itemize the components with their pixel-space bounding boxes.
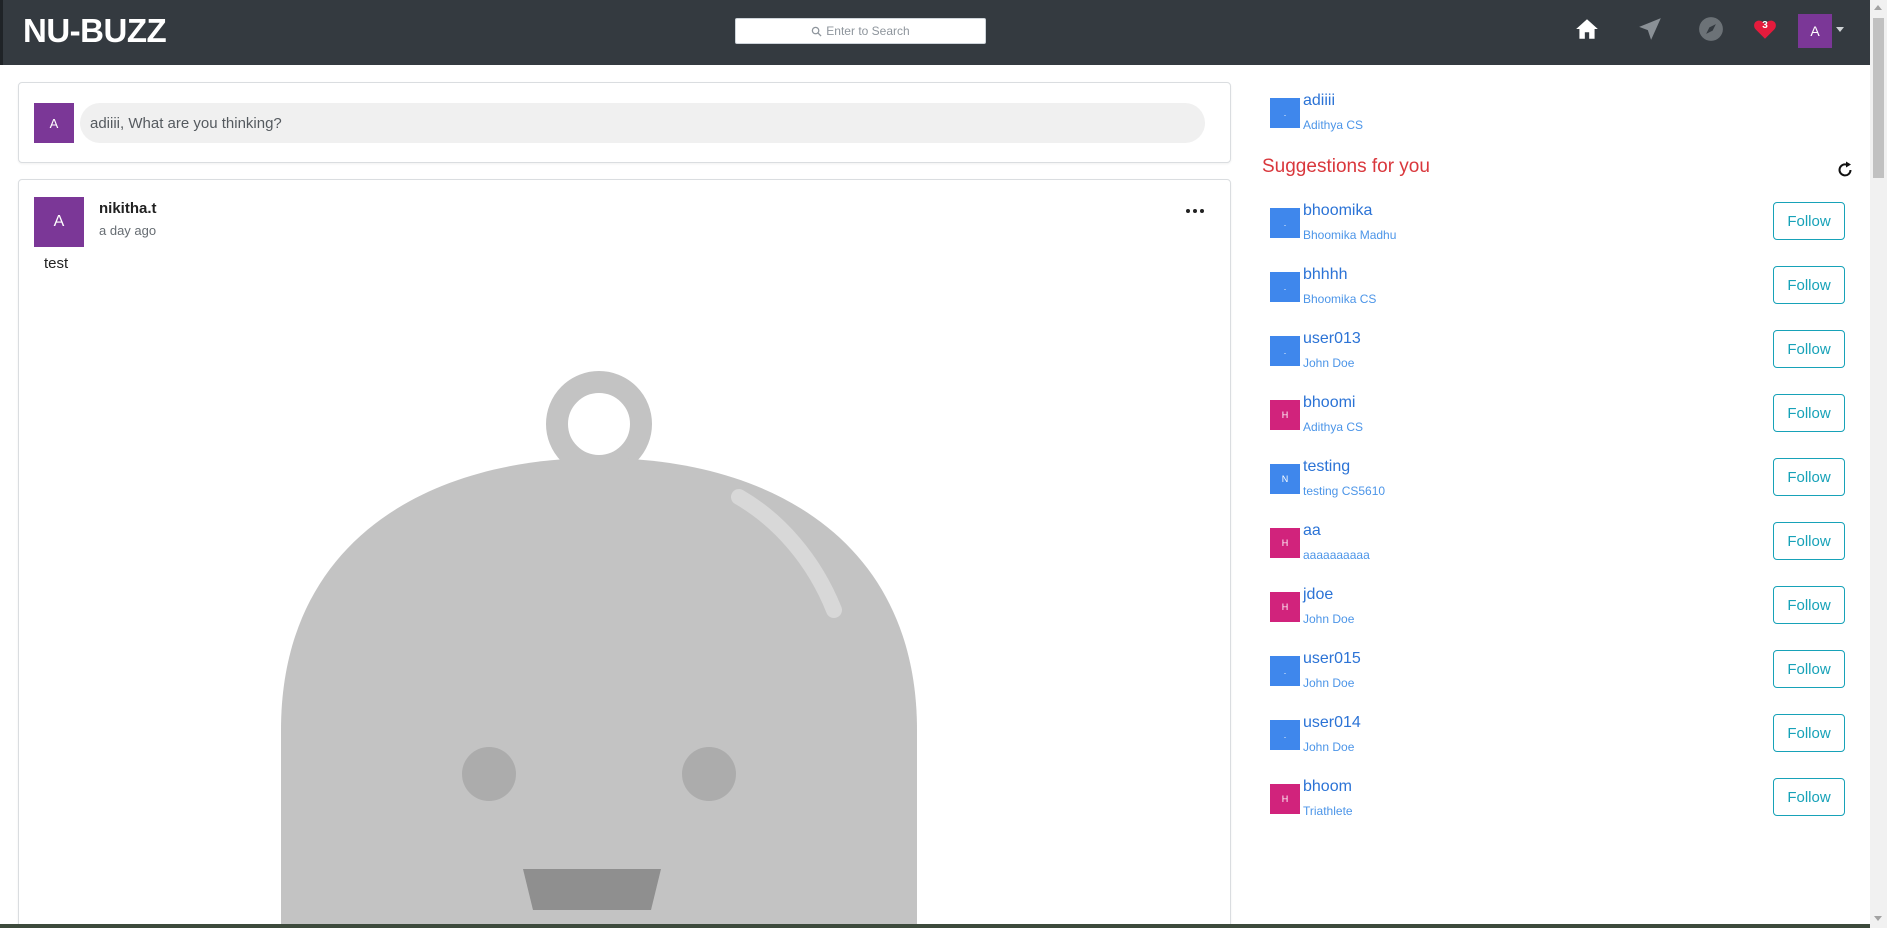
suggestion-username[interactable]: bhoomi bbox=[1303, 394, 1355, 412]
my-avatar[interactable]: . bbox=[1270, 98, 1300, 128]
suggestion-fullname: Bhoomika Madhu bbox=[1303, 228, 1397, 242]
post-author-name[interactable]: nikitha.t bbox=[99, 200, 157, 217]
suggestion-username[interactable]: user014 bbox=[1303, 714, 1361, 732]
search-input[interactable]: Enter to Search bbox=[735, 18, 986, 44]
suggestion-username[interactable]: bhhhh bbox=[1303, 266, 1348, 284]
search-icon bbox=[812, 26, 822, 37]
suggestion-username[interactable]: aa bbox=[1303, 522, 1321, 540]
avatar[interactable]: H bbox=[1270, 528, 1300, 558]
more-options-icon[interactable] bbox=[1186, 206, 1210, 216]
refresh-icon[interactable] bbox=[1835, 160, 1855, 180]
follow-button[interactable]: Follow bbox=[1773, 522, 1845, 560]
avatar[interactable]: . bbox=[1270, 272, 1300, 302]
suggestion-fullname: John Doe bbox=[1303, 612, 1355, 626]
avatar[interactable]: . bbox=[1270, 208, 1300, 238]
app-frame: NU-BUZZ Enter to Search 3 A A adiiii, Wh… bbox=[0, 0, 1887, 928]
chevron-down-icon[interactable] bbox=[1836, 27, 1844, 32]
compose-post-input[interactable]: adiiii, What are you thinking? bbox=[80, 103, 1205, 143]
home-icon[interactable] bbox=[1572, 14, 1602, 44]
suggestion-username[interactable]: bhoomika bbox=[1303, 202, 1372, 220]
avatar[interactable]: . bbox=[1270, 720, 1300, 750]
follow-button[interactable]: Follow bbox=[1773, 714, 1845, 752]
suggestion-username[interactable]: bhoom bbox=[1303, 778, 1352, 796]
suggestion-username[interactable]: user013 bbox=[1303, 330, 1361, 348]
post-timestamp: a day ago bbox=[99, 223, 157, 238]
suggestion-fullname: testing CS5610 bbox=[1303, 484, 1386, 498]
feed-post: A nikitha.t a day ago test bbox=[18, 179, 1231, 928]
avatar: A bbox=[34, 103, 74, 143]
post-image bbox=[281, 371, 917, 928]
user-avatar-menu[interactable]: A bbox=[1798, 14, 1832, 48]
avatar[interactable]: . bbox=[1270, 656, 1300, 686]
notifications-heart-icon[interactable]: 3 bbox=[1750, 14, 1780, 44]
follow-button[interactable]: Follow bbox=[1773, 650, 1845, 688]
my-fullname: Adithya CS bbox=[1303, 118, 1364, 132]
suggestion-fullname: Triathlete bbox=[1303, 804, 1353, 818]
search-placeholder: Enter to Search bbox=[826, 24, 910, 38]
top-navbar: NU-BUZZ Enter to Search 3 A bbox=[0, 0, 1870, 65]
avatar[interactable]: H bbox=[1270, 592, 1300, 622]
explore-compass-icon[interactable] bbox=[1696, 14, 1726, 44]
avatar[interactable]: H bbox=[1270, 784, 1300, 814]
brand-logo[interactable]: NU-BUZZ bbox=[23, 12, 167, 50]
page-scrollbar[interactable] bbox=[1870, 0, 1887, 928]
scroll-down-arrow[interactable] bbox=[1874, 916, 1882, 921]
suggestion-username[interactable]: jdoe bbox=[1303, 586, 1333, 604]
post-author-avatar[interactable]: A bbox=[34, 197, 84, 247]
follow-button[interactable]: Follow bbox=[1773, 458, 1845, 496]
suggestion-fullname: John Doe bbox=[1303, 676, 1355, 690]
suggestions-heading: Suggestions for you bbox=[1262, 156, 1430, 177]
follow-button[interactable]: Follow bbox=[1773, 266, 1845, 304]
follow-button[interactable]: Follow bbox=[1773, 586, 1845, 624]
post-text: test bbox=[44, 255, 69, 272]
suggestion-fullname: John Doe bbox=[1303, 356, 1355, 370]
follow-button[interactable]: Follow bbox=[1773, 778, 1845, 816]
avatar[interactable]: H bbox=[1270, 400, 1300, 430]
suggestion-username[interactable]: testing bbox=[1303, 458, 1350, 476]
send-icon[interactable] bbox=[1635, 14, 1665, 44]
suggestion-fullname: aaaaaaaaaa bbox=[1303, 548, 1370, 562]
scroll-thumb[interactable] bbox=[1873, 18, 1884, 178]
avatar[interactable]: N bbox=[1270, 464, 1300, 494]
follow-button[interactable]: Follow bbox=[1773, 202, 1845, 240]
follow-button[interactable]: Follow bbox=[1773, 394, 1845, 432]
notification-count: 3 bbox=[1762, 20, 1768, 31]
post-composer: A adiiii, What are you thinking? bbox=[18, 82, 1231, 163]
suggestion-fullname: Adithya CS bbox=[1303, 420, 1364, 434]
suggestion-fullname: John Doe bbox=[1303, 740, 1355, 754]
scroll-up-arrow[interactable] bbox=[1874, 5, 1882, 10]
my-username[interactable]: adiiii bbox=[1303, 92, 1335, 110]
suggestion-fullname: Bhoomika CS bbox=[1303, 292, 1377, 306]
follow-button[interactable]: Follow bbox=[1773, 330, 1845, 368]
window-bottom-edge bbox=[0, 924, 1870, 928]
suggestion-username[interactable]: user015 bbox=[1303, 650, 1361, 668]
avatar[interactable]: . bbox=[1270, 336, 1300, 366]
